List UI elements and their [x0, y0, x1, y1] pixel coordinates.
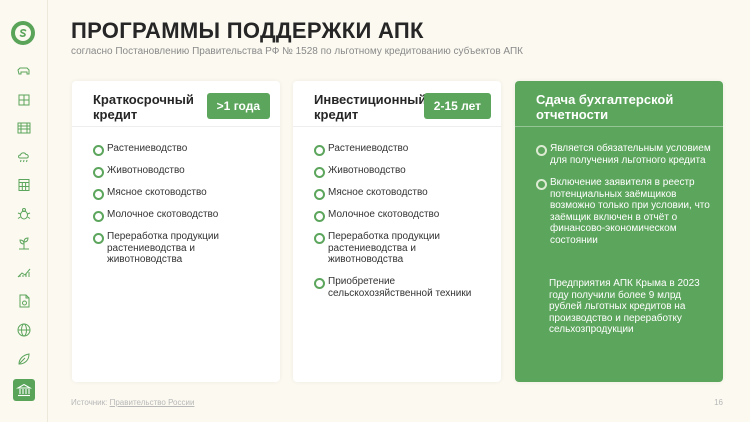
bank-icon[interactable] — [13, 379, 35, 401]
page-title: ПРОГРАММЫ ПОДДЕРЖКИ АПК — [71, 18, 424, 43]
sprout-icon[interactable] — [15, 234, 33, 252]
list-item: Молочное скотоводство — [93, 209, 268, 221]
list-item: Мясное скотоводство — [314, 187, 489, 199]
list-item: Переработка продукции растениеводства и … — [93, 231, 268, 266]
document-icon[interactable] — [15, 292, 33, 310]
sidebar — [0, 0, 48, 422]
card-accounting-reports: Сдача бухгалтерской отчетности Является … — [515, 81, 723, 382]
globe-icon[interactable] — [15, 321, 33, 339]
list-item: Животноводство — [314, 165, 489, 177]
source-label: Источник: — [71, 398, 108, 407]
source-caption: Источник: Правительство России — [71, 398, 194, 407]
calendar-grid-icon[interactable] — [15, 176, 33, 194]
list-item: Является обязательным условием для получ… — [536, 143, 711, 166]
crimea-credit-note: Предприятия АПК Крыма в 2023 году получи… — [549, 278, 700, 335]
card-short-term-credit: Краткосрочный кредит >1 года Растениевод… — [72, 81, 280, 382]
card-header: Краткосрочный кредит >1 года — [72, 81, 280, 127]
list-item: Растениеводство — [93, 143, 268, 155]
chart-leaf-icon[interactable] — [15, 263, 33, 281]
item-list: Растениеводство Животноводство Мясное ск… — [314, 143, 489, 310]
list-item: Включение заявителя в реестр потенциальн… — [536, 177, 711, 246]
weather-icon[interactable] — [15, 147, 33, 165]
card-header: Инвестиционный кредит 2-15 лет — [293, 81, 501, 127]
card-title: Сдача бухгалтерской отчетности — [536, 92, 674, 122]
sber-logo-icon[interactable] — [11, 21, 35, 45]
list-item: Молочное скотоводство — [314, 209, 489, 221]
term-badge: 2-15 лет — [423, 93, 491, 119]
factory-icon[interactable] — [15, 91, 33, 109]
plant-icon[interactable] — [15, 350, 33, 368]
card-title: Краткосрочный кредит — [93, 92, 194, 122]
list-item: Животноводство — [93, 165, 268, 177]
list-item: Переработка продукции растениеводства и … — [314, 231, 489, 266]
item-list: Является обязательным условием для получ… — [536, 143, 711, 257]
term-badge: >1 года — [206, 93, 270, 119]
card-investment-credit: Инвестиционный кредит 2-15 лет Растениев… — [293, 81, 501, 382]
list-item: Растениеводство — [314, 143, 489, 155]
source-link[interactable]: Правительство России — [110, 398, 195, 407]
page-subtitle: согласно Постановлению Правительства РФ … — [71, 46, 524, 57]
list-item: Приобретение сельскохозяйственной техник… — [314, 276, 489, 299]
bug-icon[interactable] — [15, 205, 33, 223]
card-title: Инвестиционный кредит — [314, 92, 427, 122]
card-header: Сдача бухгалтерской отчетности — [515, 81, 723, 127]
field-icon[interactable] — [15, 119, 33, 137]
page-number: 16 — [714, 398, 723, 407]
item-list: Растениеводство Животноводство Мясное ск… — [93, 143, 268, 276]
cow-icon[interactable] — [15, 62, 33, 80]
list-item: Мясное скотоводство — [93, 187, 268, 199]
